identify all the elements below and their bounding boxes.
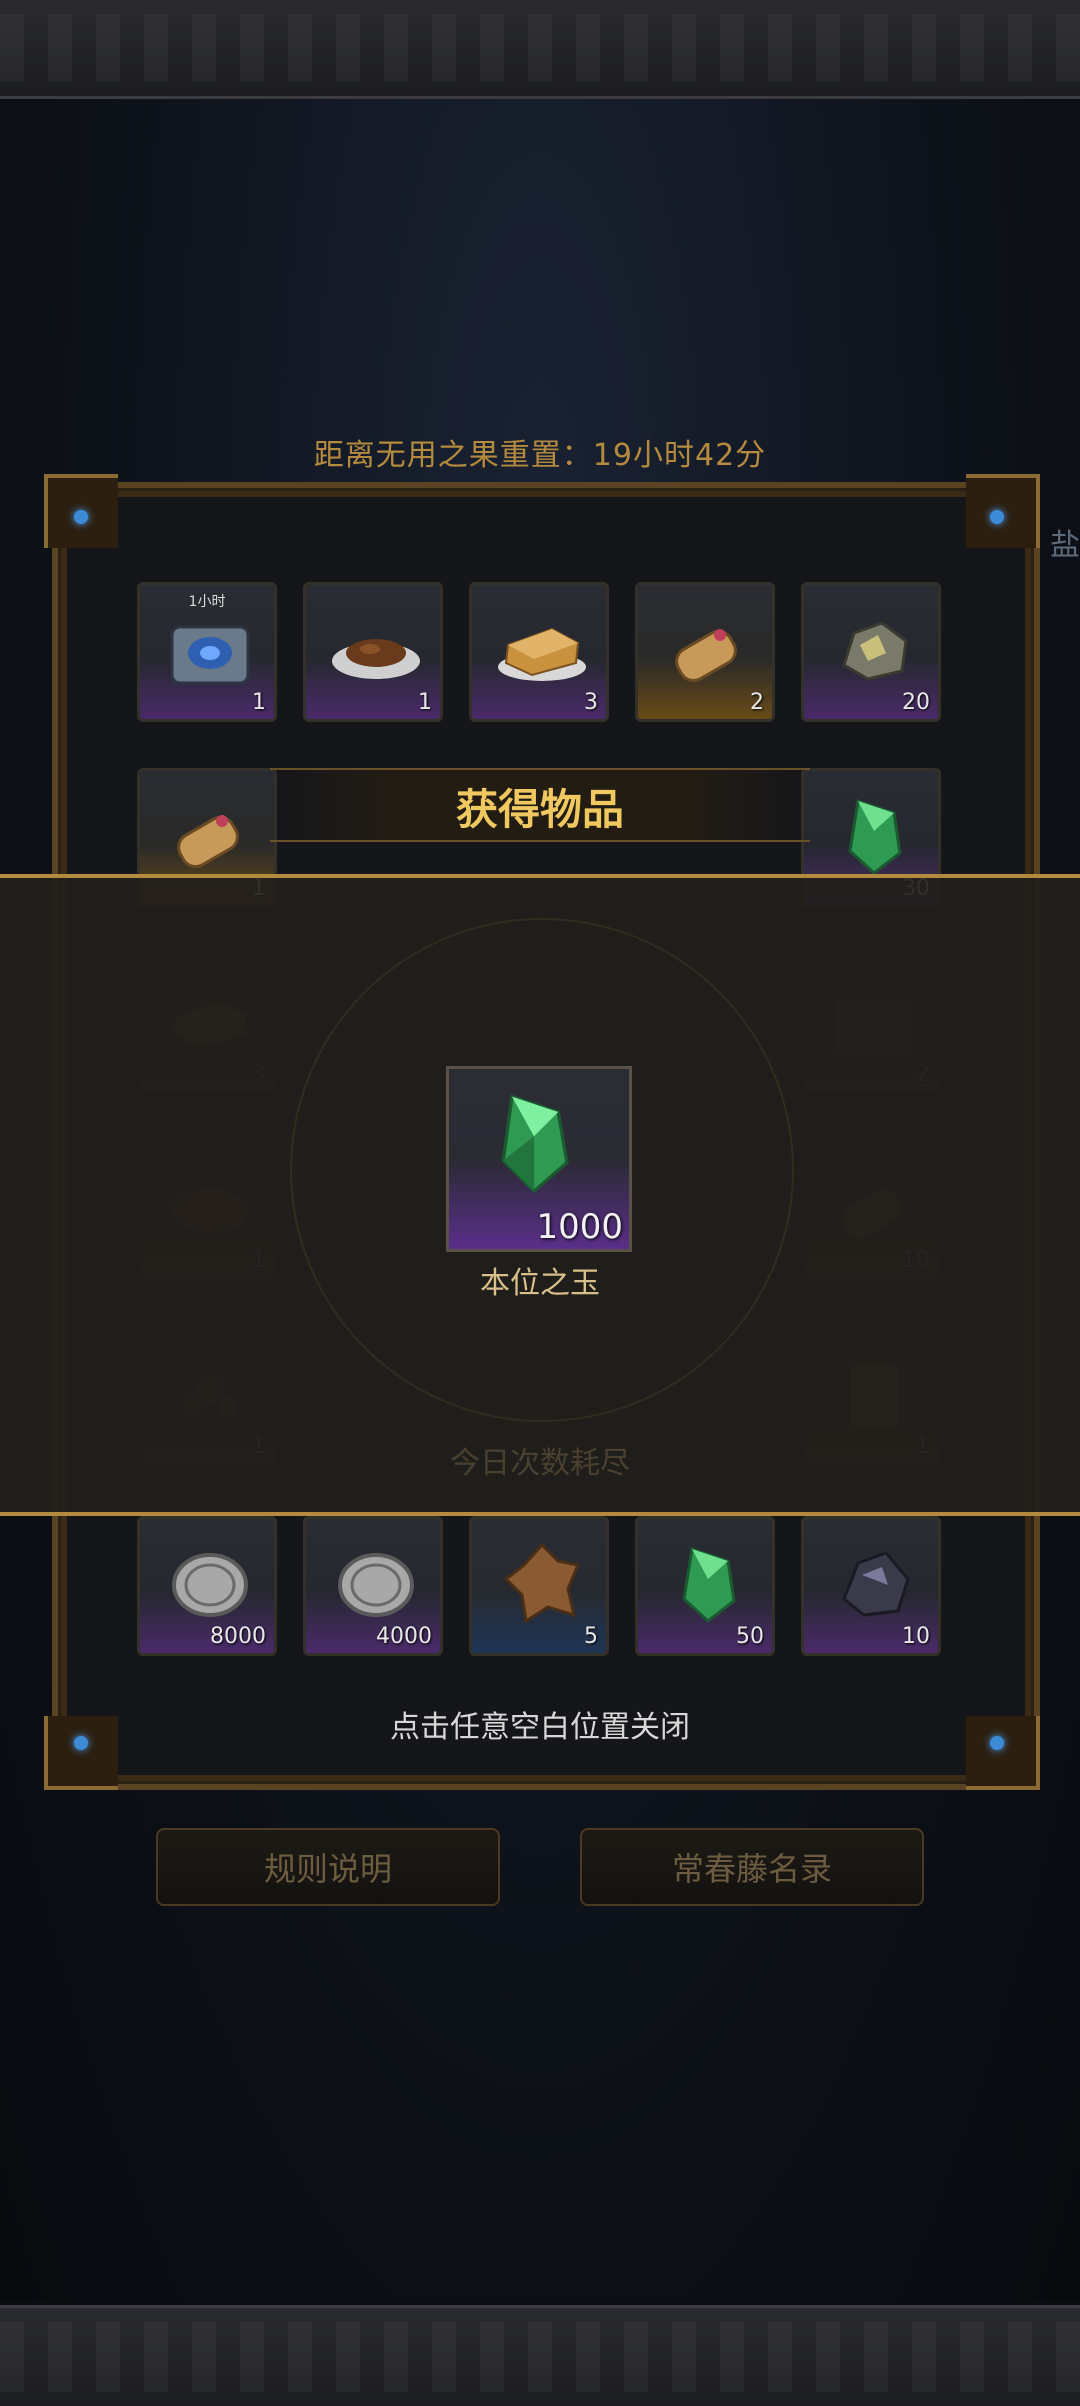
frame-gem-icon (74, 510, 88, 524)
chest-icon (170, 625, 250, 685)
item-count: 3 (584, 690, 598, 715)
reward-slot[interactable]: 20 (801, 582, 941, 722)
item-count: 8000 (210, 1624, 266, 1649)
top-banner (0, 0, 1080, 99)
obtained-item-slot: 1000 (446, 1066, 632, 1252)
bread-icon (498, 627, 586, 681)
item-count: 5 (584, 1624, 598, 1649)
reward-slot[interactable]: 8000 (137, 1516, 277, 1656)
reward-slot[interactable]: 4000 (303, 1516, 443, 1656)
reward-slot[interactable]: 2 (635, 582, 775, 722)
ore-icon (842, 621, 908, 681)
leather-icon (503, 1542, 581, 1624)
reward-slot[interactable]: 1小时 1 (137, 582, 277, 722)
rules-button[interactable]: 规则说明 (156, 1828, 500, 1906)
scroll-icon (675, 629, 737, 683)
item-count: 1 (252, 690, 266, 715)
item-count: 2 (750, 690, 764, 715)
green-gem-icon (501, 1094, 569, 1194)
dish-icon (332, 639, 420, 679)
daily-limit-caption: 今日次数耗尽 (450, 1446, 630, 1481)
reward-slot[interactable]: 50 (635, 1516, 775, 1656)
item-count: 1 (418, 690, 432, 715)
side-edge-text: 盐 (1050, 528, 1080, 563)
popup-title: 获得物品 (455, 785, 624, 834)
item-count: 50 (736, 1624, 764, 1649)
bottom-banner (0, 2305, 1080, 2406)
item-count: 20 (902, 690, 930, 715)
close-hint-text: 点击任意空白位置关闭 (390, 1710, 690, 1745)
dark-ore-icon (842, 1551, 910, 1617)
reward-slot[interactable]: 10 (801, 1516, 941, 1656)
reward-slot[interactable]: 5 (469, 1516, 609, 1656)
frame-corner-ornament (966, 474, 1040, 548)
green-gem-icon (682, 1547, 736, 1623)
hall-of-fame-button[interactable]: 常春藤名录 (580, 1828, 924, 1906)
obtained-item-name: 本位之玉 (480, 1266, 600, 1301)
item-count: 10 (902, 1624, 930, 1649)
frame-gem-icon (990, 510, 1004, 524)
reward-slot[interactable]: 3 (469, 582, 609, 722)
silver-coin-icon (172, 1553, 248, 1617)
reward-slot[interactable]: 1 (303, 582, 443, 722)
obtained-item-count: 1000 (536, 1207, 623, 1247)
silver-coin-icon (338, 1553, 414, 1617)
item-count: 4000 (376, 1624, 432, 1649)
reset-timer-text: 距离无用之果重置：19小时42分 (313, 438, 767, 473)
